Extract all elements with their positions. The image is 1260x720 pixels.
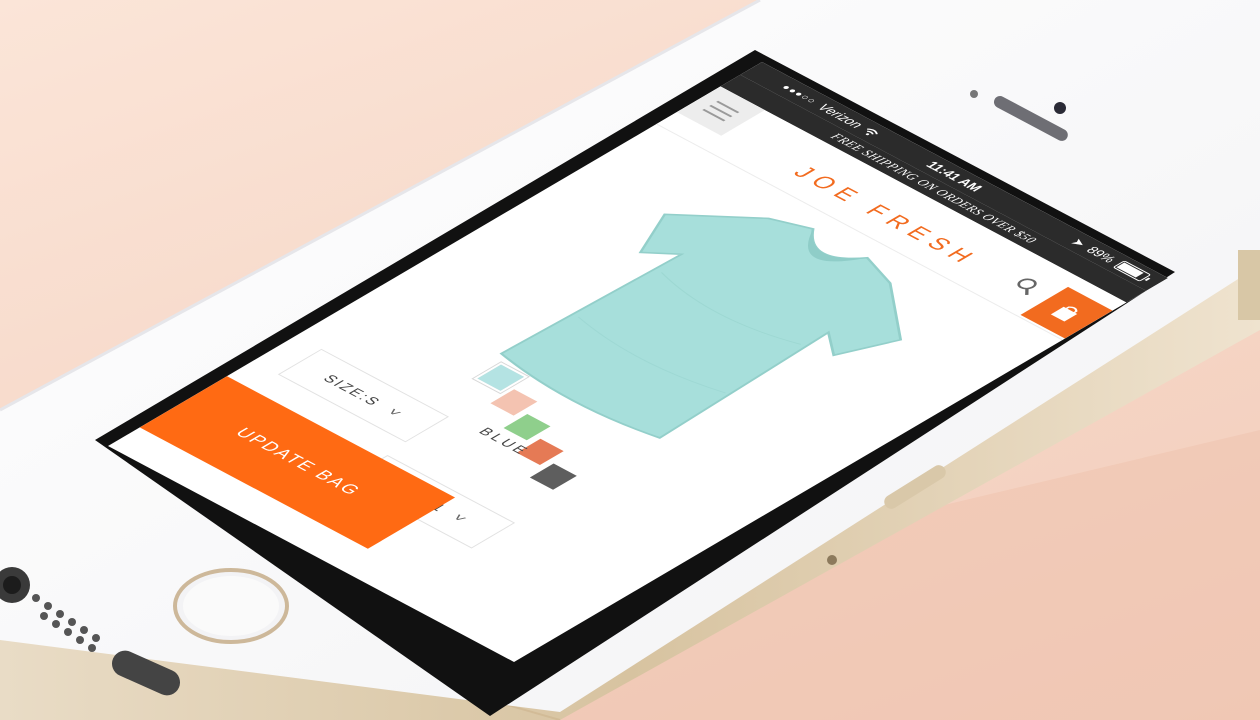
size-label: SIZE:S <box>319 371 387 409</box>
swatch-charcoal[interactable] <box>529 463 577 490</box>
shopping-bag-icon <box>1050 306 1078 322</box>
swatch-peach[interactable] <box>490 389 538 416</box>
battery-level-fill <box>1116 262 1144 278</box>
chevron-down-icon: v <box>384 406 407 420</box>
chevron-down-icon: v <box>450 512 473 525</box>
scene: ●●●○○ Verizon 11:41 AM ➤ 89% FREE SHIPPI… <box>0 0 1260 720</box>
